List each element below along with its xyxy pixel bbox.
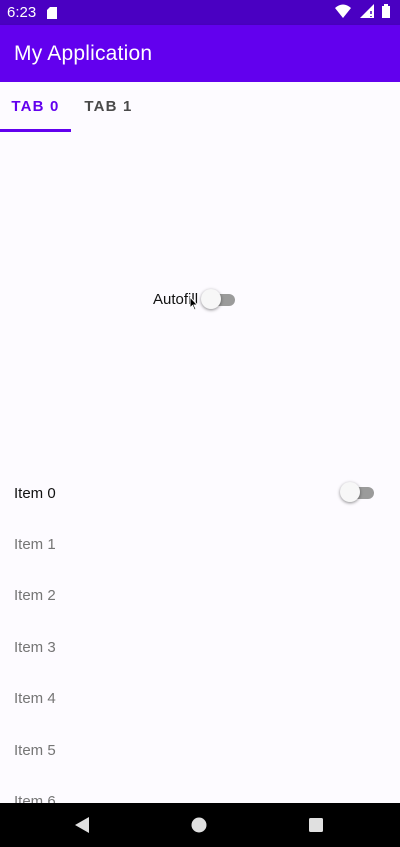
battery-icon bbox=[382, 4, 390, 18]
list-item-5: Item 5 bbox=[14, 742, 56, 759]
item-0-switch[interactable] bbox=[340, 482, 374, 504]
list-item-1: Item 1 bbox=[14, 536, 56, 553]
status-icons bbox=[331, 4, 390, 22]
tab-0[interactable]: TAB 0 bbox=[0, 82, 71, 132]
list-item-4: Item 4 bbox=[14, 690, 56, 707]
status-bar: 6:23 bbox=[0, 0, 400, 25]
mouse-cursor-icon bbox=[189, 296, 199, 311]
app-title: My Application bbox=[14, 42, 153, 65]
status-time: 6:23 bbox=[7, 4, 37, 21]
navigation-bar bbox=[0, 803, 400, 847]
tab-bar: TAB 0 TAB 1 bbox=[0, 82, 400, 132]
signal-icon bbox=[359, 4, 374, 18]
switch-thumb bbox=[340, 482, 360, 502]
tab-1[interactable]: TAB 1 bbox=[71, 82, 146, 132]
list-item-2: Item 2 bbox=[14, 587, 56, 604]
list-item-3: Item 3 bbox=[14, 639, 56, 656]
back-icon[interactable] bbox=[74, 817, 90, 833]
recents-icon[interactable] bbox=[308, 817, 324, 833]
list-item-0: Item 0 bbox=[14, 485, 56, 502]
wifi-icon bbox=[335, 4, 352, 18]
sd-card-icon bbox=[47, 6, 57, 24]
tab-indicator bbox=[0, 129, 71, 132]
home-icon[interactable] bbox=[191, 817, 207, 833]
autofill-switch[interactable] bbox=[201, 289, 235, 311]
app-bar: My Application bbox=[0, 25, 400, 82]
switch-thumb bbox=[201, 289, 221, 309]
